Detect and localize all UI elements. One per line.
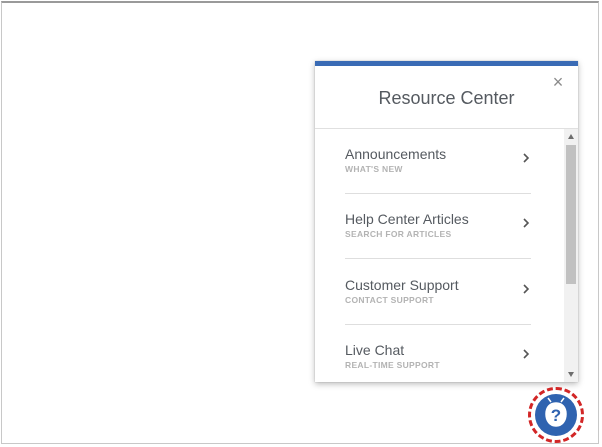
item-sublabel: CONTACT SUPPORT: [345, 295, 434, 305]
item-sublabel: REAL-TIME SUPPORT: [345, 360, 440, 370]
panel-title: Resource Center: [378, 88, 515, 108]
list-item-help-center-articles[interactable]: Help Center Articles SEARCH FOR ARTICLES: [345, 194, 531, 259]
item-label: Help Center Articles: [345, 211, 469, 227]
list-item-live-chat[interactable]: Live Chat REAL-TIME SUPPORT: [345, 325, 531, 382]
scroll-up-arrow-icon[interactable]: [564, 131, 578, 143]
chevron-right-icon: [523, 284, 530, 294]
panel-header: Resource Center ×: [315, 66, 578, 129]
item-label: Customer Support: [345, 277, 459, 293]
close-icon: ×: [552, 72, 564, 92]
item-label: Live Chat: [345, 342, 405, 358]
help-launcher-badge: ?: [535, 394, 577, 436]
resource-center-panel: Resource Center × Announcements WHAT'S N…: [315, 61, 578, 382]
list-item-announcements[interactable]: Announcements WHAT'S NEW: [345, 129, 531, 194]
item-sublabel: WHAT'S NEW: [345, 164, 403, 174]
svg-text:?: ?: [551, 406, 561, 425]
item-label: Announcements: [345, 146, 447, 162]
chevron-right-icon: [523, 349, 530, 359]
help-launcher-button[interactable]: ?: [528, 387, 584, 443]
chevron-right-icon: [523, 218, 530, 228]
question-mark-icon: ?: [545, 397, 567, 427]
scroll-down-arrow-icon[interactable]: [564, 368, 578, 380]
chevron-right-icon: [523, 153, 530, 163]
resource-list: Announcements WHAT'S NEW Help Center Art…: [315, 129, 562, 382]
scrollbar-thumb[interactable]: [566, 145, 576, 284]
scrollbar[interactable]: [564, 129, 578, 382]
item-sublabel: SEARCH FOR ARTICLES: [345, 229, 452, 239]
close-button[interactable]: ×: [550, 72, 566, 92]
list-item-customer-support[interactable]: Customer Support CONTACT SUPPORT: [345, 260, 531, 325]
